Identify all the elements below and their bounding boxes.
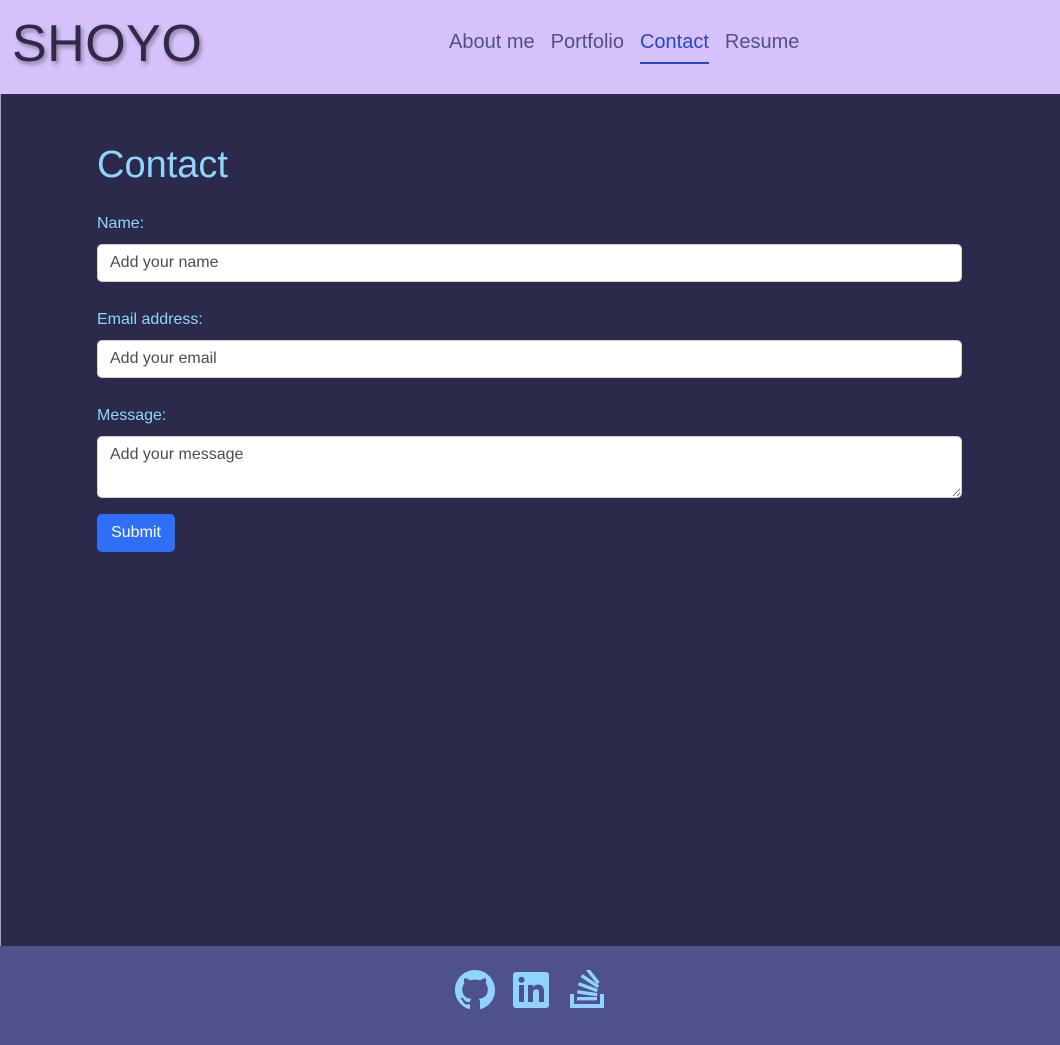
site-footer	[0, 946, 1060, 1045]
nav-portfolio[interactable]: Portfolio	[543, 28, 632, 64]
main-nav: About me Portfolio Contact Resume	[441, 28, 807, 64]
page-title: Contact	[97, 144, 228, 186]
nav-about-me[interactable]: About me	[441, 28, 543, 64]
github-link[interactable]	[455, 970, 495, 1010]
contact-section: Contact Name: Email address: Message: Su…	[97, 140, 962, 552]
submit-button[interactable]: Submit	[97, 514, 175, 552]
page-edge	[0, 0, 1, 1045]
name-label: Name:	[97, 215, 145, 232]
message-textarea[interactable]	[97, 436, 962, 498]
stack-overflow-icon	[570, 970, 604, 1008]
social-links	[455, 970, 607, 1010]
nav-contact[interactable]: Contact	[632, 28, 717, 64]
site-header: SHOYO About me Portfolio Contact Resume	[0, 0, 1060, 94]
brand-logo[interactable]: SHOYO	[12, 14, 202, 74]
stack-overflow-link[interactable]	[567, 970, 607, 1010]
linkedin-link[interactable]	[511, 970, 551, 1010]
linkedin-icon	[513, 972, 549, 1008]
contact-form: Name: Email address: Message: Submit	[97, 214, 962, 552]
github-icon	[455, 970, 495, 1010]
email-input[interactable]	[97, 340, 962, 378]
message-label: Message:	[97, 407, 167, 424]
name-input[interactable]	[97, 244, 962, 282]
nav-resume[interactable]: Resume	[717, 28, 807, 64]
email-label: Email address:	[97, 311, 203, 328]
